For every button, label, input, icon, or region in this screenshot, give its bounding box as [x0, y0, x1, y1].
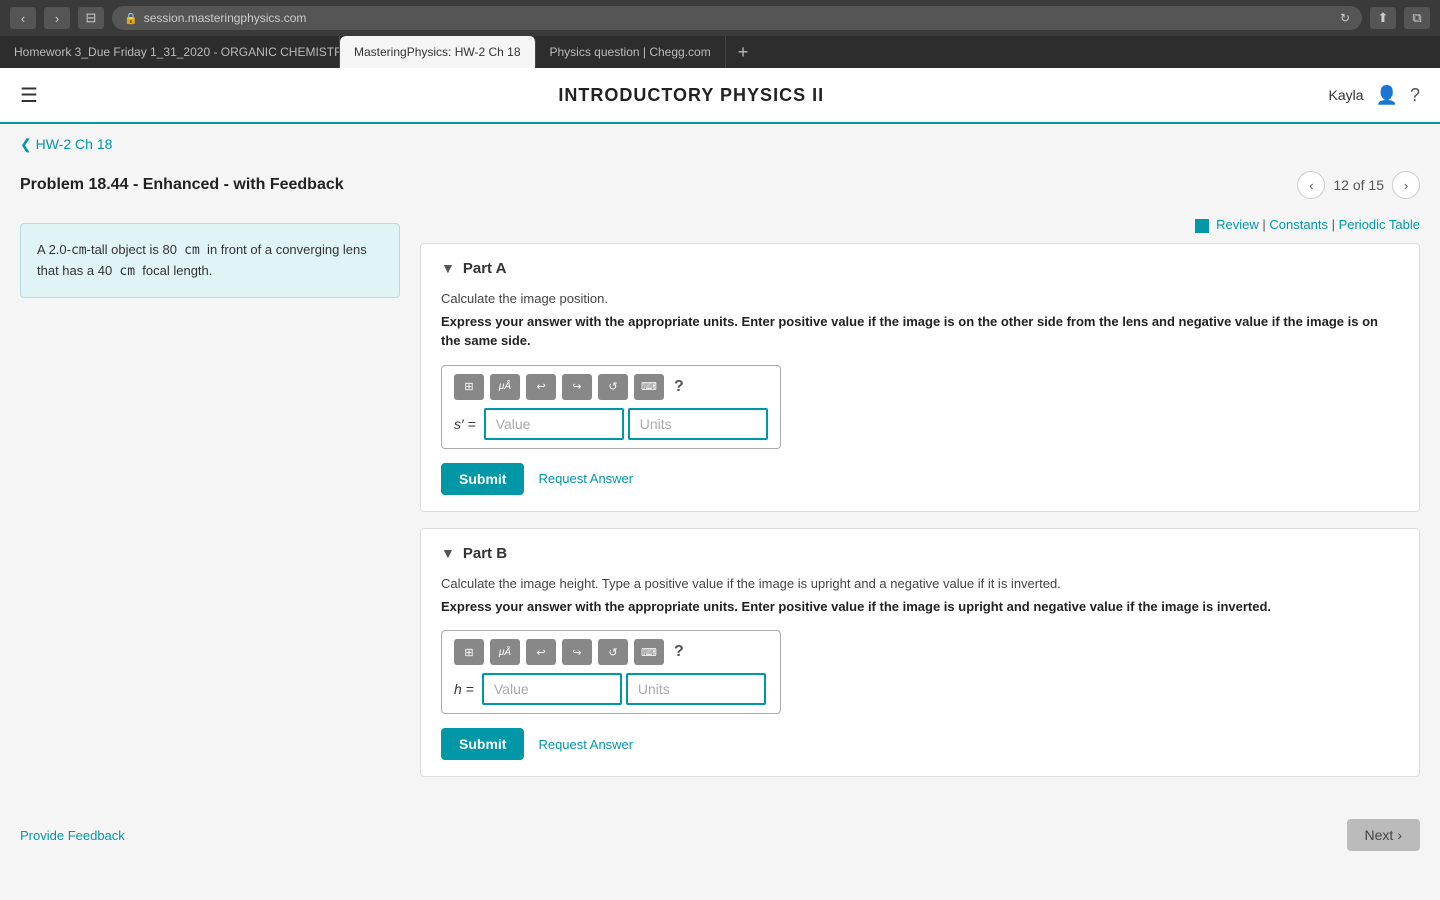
- problem-statement: A 2.0-cm-tall object is 80 cm in front o…: [20, 223, 400, 298]
- part-a-instruction: Express your answer with the appropriate…: [441, 312, 1399, 351]
- part-a-input-row: s′ =: [454, 408, 768, 440]
- part-a-variable: s′ =: [454, 416, 476, 432]
- part-a-toolbar: ⊞ μÅ ↩ ↪ ↺ ⌨ ?: [454, 374, 768, 400]
- top-links: Review | Constants | Periodic Table: [420, 213, 1420, 243]
- part-b-section: ▼ Part B Calculate the image height. Typ…: [420, 528, 1420, 778]
- prev-problem-button[interactable]: ‹: [1297, 171, 1325, 199]
- part-b-matrix-btn[interactable]: ⊞: [454, 639, 484, 665]
- hamburger-menu[interactable]: ☰: [20, 83, 38, 108]
- part-b-keyboard-btn[interactable]: ⌨: [634, 639, 664, 665]
- problem-title-bar: Problem 18.44 - Enhanced - with Feedback…: [0, 165, 1440, 213]
- part-a-value-input[interactable]: [484, 408, 624, 440]
- part-b-input-row: h =: [454, 673, 768, 705]
- next-problem-button[interactable]: ›: [1392, 171, 1420, 199]
- part-b-request-answer[interactable]: Request Answer: [538, 737, 633, 752]
- address-bar[interactable]: 🔒 session.masteringphysics.com ↻: [112, 6, 1362, 30]
- part-a-undo-btn[interactable]: ↩: [526, 374, 556, 400]
- part-a-header[interactable]: ▼ Part A: [441, 260, 1399, 277]
- user-icon[interactable]: 👤: [1376, 85, 1398, 106]
- part-a-matrix-btn[interactable]: ⊞: [454, 374, 484, 400]
- part-a-request-answer[interactable]: Request Answer: [538, 471, 633, 486]
- part-a-math-input: ⊞ μÅ ↩ ↪ ↺ ⌨ ? s′ =: [441, 365, 781, 449]
- help-icon[interactable]: ?: [1410, 85, 1420, 106]
- footer-bar: Provide Feedback Next ›: [0, 803, 1440, 867]
- tab-3[interactable]: Physics question | Chegg.com: [536, 36, 726, 68]
- fullscreen-button[interactable]: ⧉: [1404, 7, 1430, 29]
- part-b-description: Calculate the image height. Type a posit…: [441, 576, 1399, 591]
- next-button[interactable]: Next ›: [1347, 819, 1420, 851]
- main-layout: A 2.0-cm-tall object is 80 cm in front o…: [0, 213, 1440, 793]
- reload-button[interactable]: ↻: [1340, 11, 1350, 25]
- part-a-description: Calculate the image position.: [441, 291, 1399, 306]
- part-a-help-btn[interactable]: ?: [674, 378, 684, 396]
- part-b-units-input[interactable]: [626, 673, 766, 705]
- part-b-instruction: Express your answer with the appropriate…: [441, 597, 1399, 617]
- part-b-actions: Submit Request Answer: [441, 728, 1399, 760]
- content-area: Review | Constants | Periodic Table ▼ Pa…: [420, 213, 1420, 793]
- part-b-header[interactable]: ▼ Part B: [441, 545, 1399, 562]
- part-a-redo-btn[interactable]: ↪: [562, 374, 592, 400]
- breadcrumb-link[interactable]: ❮ HW-2 Ch 18: [20, 136, 112, 152]
- problem-title: Problem 18.44 - Enhanced - with Feedback: [20, 176, 344, 194]
- part-b-submit-button[interactable]: Submit: [441, 728, 524, 760]
- part-a-symbol-btn[interactable]: μÅ: [490, 374, 520, 400]
- sidebar: A 2.0-cm-tall object is 80 cm in front o…: [20, 213, 420, 793]
- problem-navigation: ‹ 12 of 15 ›: [1297, 171, 1420, 199]
- forward-button[interactable]: ›: [44, 7, 70, 29]
- tab-1[interactable]: Homework 3_Due Friday 1_31_2020 - ORGANI…: [0, 36, 340, 68]
- url-text: session.masteringphysics.com: [144, 11, 307, 25]
- part-a-section: ▼ Part A Calculate the image position. E…: [420, 243, 1420, 512]
- part-a-reset-btn[interactable]: ↺: [598, 374, 628, 400]
- lock-icon: 🔒: [124, 12, 138, 25]
- part-a-collapse-arrow[interactable]: ▼: [441, 260, 455, 276]
- part-a-units-input[interactable]: [628, 408, 768, 440]
- app-title: INTRODUCTORY PHYSICS II: [54, 85, 1329, 106]
- breadcrumb: ❮ HW-2 Ch 18: [0, 124, 1440, 165]
- part-a-actions: Submit Request Answer: [441, 463, 1399, 495]
- tab-2[interactable]: MasteringPhysics: HW-2 Ch 18: [340, 36, 536, 68]
- new-tab-button[interactable]: +: [726, 36, 761, 68]
- part-b-toolbar: ⊞ μÅ ↩ ↪ ↺ ⌨ ?: [454, 639, 768, 665]
- part-a-label: Part A: [463, 260, 507, 277]
- constants-link[interactable]: Constants: [1269, 217, 1328, 232]
- next-chevron-icon: ›: [1397, 827, 1402, 843]
- part-b-symbol-btn[interactable]: μÅ: [490, 639, 520, 665]
- tab-bar: Homework 3_Due Friday 1_31_2020 - ORGANI…: [0, 36, 1440, 68]
- part-b-help-btn[interactable]: ?: [674, 643, 684, 661]
- part-b-variable: h =: [454, 681, 474, 697]
- header-right: Kayla 👤 ?: [1329, 85, 1420, 106]
- app-header: ☰ INTRODUCTORY PHYSICS II Kayla 👤 ?: [0, 68, 1440, 124]
- provide-feedback-button[interactable]: Provide Feedback: [20, 828, 125, 843]
- part-b-collapse-arrow[interactable]: ▼: [441, 545, 455, 561]
- share-button[interactable]: ⬆: [1370, 7, 1396, 29]
- part-b-reset-btn[interactable]: ↺: [598, 639, 628, 665]
- problem-statement-text: A 2.0-cm-tall object is 80 cm in front o…: [37, 242, 367, 278]
- part-b-label: Part B: [463, 545, 507, 562]
- problem-counter: 12 of 15: [1333, 177, 1384, 193]
- tab-view-button[interactable]: ⊟: [78, 7, 104, 29]
- part-a-keyboard-btn[interactable]: ⌨: [634, 374, 664, 400]
- part-b-undo-btn[interactable]: ↩: [526, 639, 556, 665]
- periodic-table-link[interactable]: Periodic Table: [1339, 217, 1420, 232]
- part-a-submit-button[interactable]: Submit: [441, 463, 524, 495]
- back-button[interactable]: ‹: [10, 7, 36, 29]
- browser-chrome: ‹ › ⊟ 🔒 session.masteringphysics.com ↻ ⬆…: [0, 0, 1440, 36]
- review-link[interactable]: Review: [1216, 217, 1259, 232]
- part-b-value-input[interactable]: [482, 673, 622, 705]
- review-icon: [1195, 219, 1209, 233]
- part-b-redo-btn[interactable]: ↪: [562, 639, 592, 665]
- part-b-math-input: ⊞ μÅ ↩ ↪ ↺ ⌨ ? h =: [441, 630, 781, 714]
- username-label: Kayla: [1329, 87, 1364, 103]
